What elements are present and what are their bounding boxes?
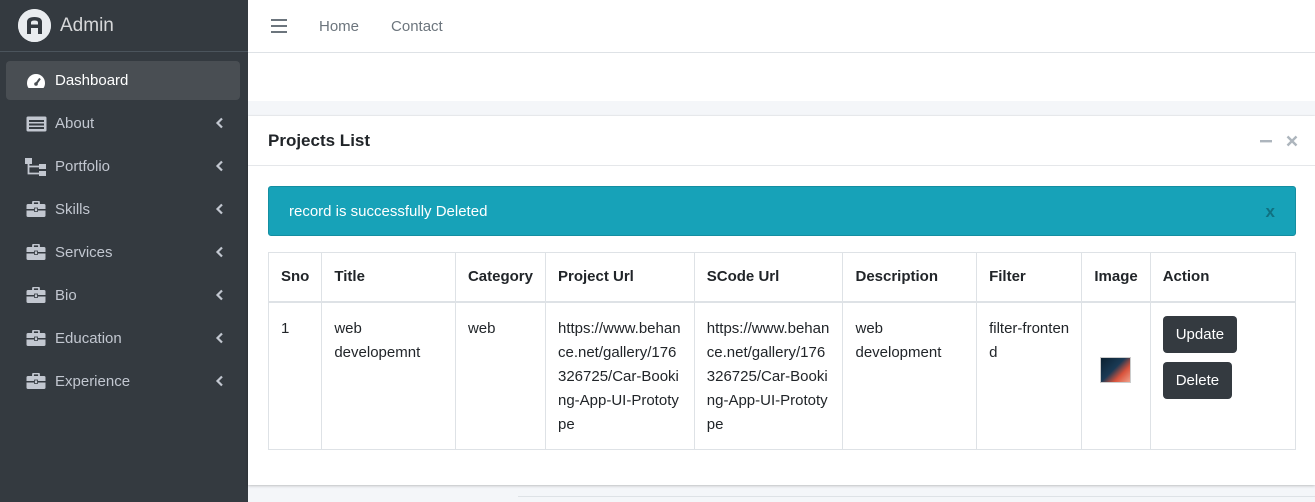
sidebar-item-label: Portfolio (55, 158, 111, 175)
content-header (248, 53, 1315, 101)
briefcase-icon (25, 373, 47, 391)
cell-filter: filter-frontend (976, 301, 1083, 450)
briefcase-icon (25, 244, 47, 262)
sitemap-icon (25, 157, 47, 176)
sidebar-item-label: Experience (55, 373, 131, 390)
chevron-left-icon (215, 375, 223, 387)
top-navbar: Home Contact (248, 0, 1315, 53)
sidebar-item-label: Dashboard (55, 72, 129, 89)
cell-description: web development (842, 301, 978, 450)
hamburger-menu-icon[interactable] (271, 19, 287, 33)
column-header: Action (1149, 252, 1297, 303)
chevron-left-icon (215, 289, 223, 301)
table-header-row: Sno Title Category Project Url SCode Url… (267, 252, 1297, 303)
column-header: Image (1081, 252, 1151, 303)
sidebar-item-label: Education (55, 330, 122, 347)
sidebar-item-bio[interactable]: Bio (6, 276, 240, 315)
sidebar-nav: Dashboard About Portfolio Skills Service… (0, 52, 248, 401)
sidebar-item-portfolio[interactable]: Portfolio (6, 147, 240, 186)
column-header: Filter (976, 252, 1083, 303)
chevron-left-icon (215, 332, 223, 344)
brand-logo-icon (18, 9, 51, 42)
sidebar-item-about[interactable]: About (6, 104, 240, 143)
cell-category: web (454, 301, 546, 450)
close-icon[interactable] (1285, 134, 1299, 148)
column-header: Category (454, 252, 546, 303)
sidebar-item-label: Skills (55, 201, 91, 218)
column-header: Project Url (544, 252, 695, 303)
alert-close-button[interactable]: x (1266, 202, 1275, 222)
projects-card: Projects List record is successfully Del… (248, 116, 1315, 485)
briefcase-icon (25, 330, 47, 348)
chevron-left-icon (215, 203, 223, 215)
briefcase-icon (25, 287, 47, 305)
update-button[interactable]: Update (1162, 315, 1238, 353)
column-header: Description (842, 252, 978, 303)
sidebar-item-education[interactable]: Education (6, 319, 240, 358)
chevron-left-icon (215, 246, 223, 258)
column-header: Title (321, 252, 456, 303)
sidebar-item-label: About (55, 115, 95, 132)
nav-link-home[interactable]: Home (319, 18, 359, 35)
divider (518, 496, 1315, 497)
sidebar-item-experience[interactable]: Experience (6, 362, 240, 401)
tachometer-icon (25, 72, 47, 90)
sidebar: Admin Dashboard About Portfolio Skills S… (0, 0, 248, 502)
column-header: Sno (267, 252, 323, 303)
column-header: SCode Url (693, 252, 844, 303)
minus-icon[interactable] (1259, 134, 1273, 148)
briefcase-icon (25, 201, 47, 219)
sidebar-item-skills[interactable]: Skills (6, 190, 240, 229)
chevron-left-icon (215, 117, 223, 129)
cell-scode-url: https://www.behance.net/gallery/17632672… (693, 301, 844, 450)
card-title: Projects List (268, 130, 371, 150)
sidebar-item-services[interactable]: Services (6, 233, 240, 272)
brand-link[interactable]: Admin (0, 0, 248, 52)
sidebar-item-dashboard[interactable]: Dashboard (6, 61, 240, 100)
project-thumbnail (1100, 356, 1132, 383)
success-alert: record is successfully Deleted x (268, 186, 1296, 236)
cell-action: Update Delete (1149, 301, 1297, 450)
projects-table: Sno Title Category Project Url SCode Url… (267, 252, 1297, 450)
delete-button[interactable]: Delete (1162, 361, 1233, 399)
cell-title: web developemnt (321, 301, 456, 450)
id-card-icon (25, 115, 47, 133)
table-row: 1 web developemnt web https://www.behanc… (267, 301, 1297, 450)
cell-sno: 1 (267, 301, 323, 450)
cell-project-url: https://www.behance.net/gallery/17632672… (544, 301, 695, 450)
card-header: Projects List (248, 116, 1315, 166)
sidebar-item-label: Services (55, 244, 113, 261)
brand-text: Admin (60, 14, 114, 36)
sidebar-item-label: Bio (55, 287, 77, 304)
alert-message: record is successfully Deleted (289, 202, 488, 220)
chevron-left-icon (215, 160, 223, 172)
cell-image (1081, 301, 1151, 450)
nav-link-contact[interactable]: Contact (391, 18, 443, 35)
